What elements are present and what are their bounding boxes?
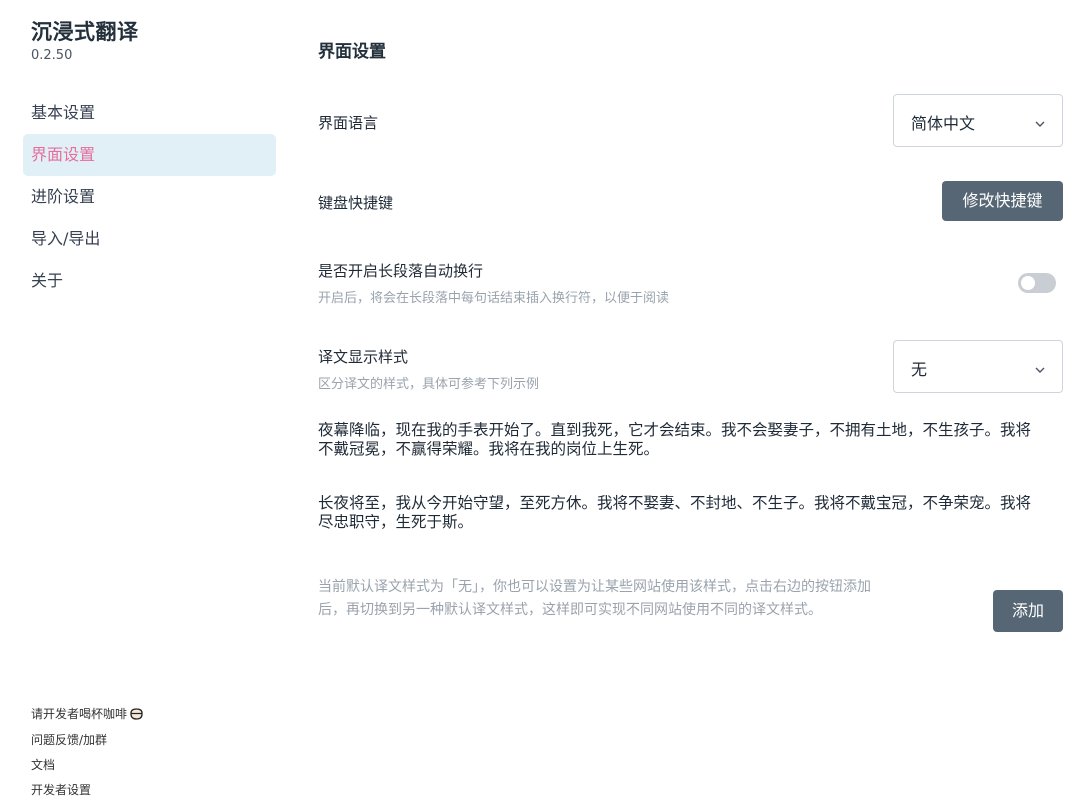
edit-shortcut-button[interactable]: 修改快捷键 — [942, 181, 1063, 221]
style-label: 译文显示样式 — [318, 348, 409, 366]
linebreak-toggle[interactable] — [1018, 273, 1056, 293]
toggle-knob — [1021, 276, 1035, 290]
app-title: 沉浸式翻译 — [31, 20, 139, 44]
feedback-link[interactable]: 问题反馈/加群 — [31, 731, 107, 748]
sample-original-text: 夜幕降临，现在我的手表开始了。直到我死，它才会结束。我不会娶妻子，不拥有土地，不… — [318, 421, 1032, 458]
app-version: 0.2.50 — [31, 48, 73, 63]
sidebar: 沉浸式翻译 0.2.50 基本设置 界面设置 进阶设置 导入/导出 关于 请开发… — [0, 0, 290, 806]
chevron-down-icon — [1034, 361, 1046, 373]
sample-translation-text: 长夜将至，我从今开始守望，至死方休。我将不娶妻、不封地、不生子。我将不戴宝冠，不… — [318, 494, 1032, 531]
linebreak-label: 是否开启长段落自动换行 — [318, 262, 484, 280]
language-select[interactable]: 简体中文 — [893, 94, 1063, 147]
style-hint-text: 当前默认译文样式为「无」，你也可以设置为让某些网站使用该样式，点击右边的按钮添加… — [318, 579, 871, 618]
sidebar-item-about[interactable]: 关于 — [23, 260, 276, 302]
chevron-down-icon — [1034, 115, 1046, 127]
sidebar-item-basic-settings[interactable]: 基本设置 — [23, 92, 276, 134]
coffee-link-label: 请开发者喝杯咖啡 — [31, 707, 128, 721]
docs-link[interactable]: 文档 — [31, 756, 55, 773]
add-button[interactable]: 添加 — [993, 590, 1063, 632]
style-select[interactable]: 无 — [893, 340, 1063, 393]
coffee-link[interactable]: 请开发者喝杯咖啡 — [31, 705, 144, 722]
main-panel: 界面设置 界面语言 简体中文 键盘快捷键 修改快捷键 是否开启长段落自动换行 开… — [318, 0, 1064, 806]
shortcut-label: 键盘快捷键 — [318, 194, 394, 212]
language-label: 界面语言 — [318, 114, 379, 132]
sidebar-item-interface-settings[interactable]: 界面设置 — [23, 134, 276, 176]
style-description: 区分译文的样式，具体可参考下列示例 — [318, 377, 540, 392]
linebreak-description: 开启后，将会在长段落中每句话结束插入换行符，以便于阅读 — [318, 291, 670, 306]
language-select-value: 简体中文 — [911, 114, 976, 133]
sidebar-item-advanced-settings[interactable]: 进阶设置 — [23, 176, 276, 218]
page-title: 界面设置 — [318, 42, 386, 62]
sidebar-item-import-export[interactable]: 导入/导出 — [23, 218, 276, 260]
coffee-icon — [129, 708, 144, 720]
style-select-value: 无 — [911, 360, 928, 379]
developer-settings-link[interactable]: 开发者设置 — [31, 781, 91, 798]
